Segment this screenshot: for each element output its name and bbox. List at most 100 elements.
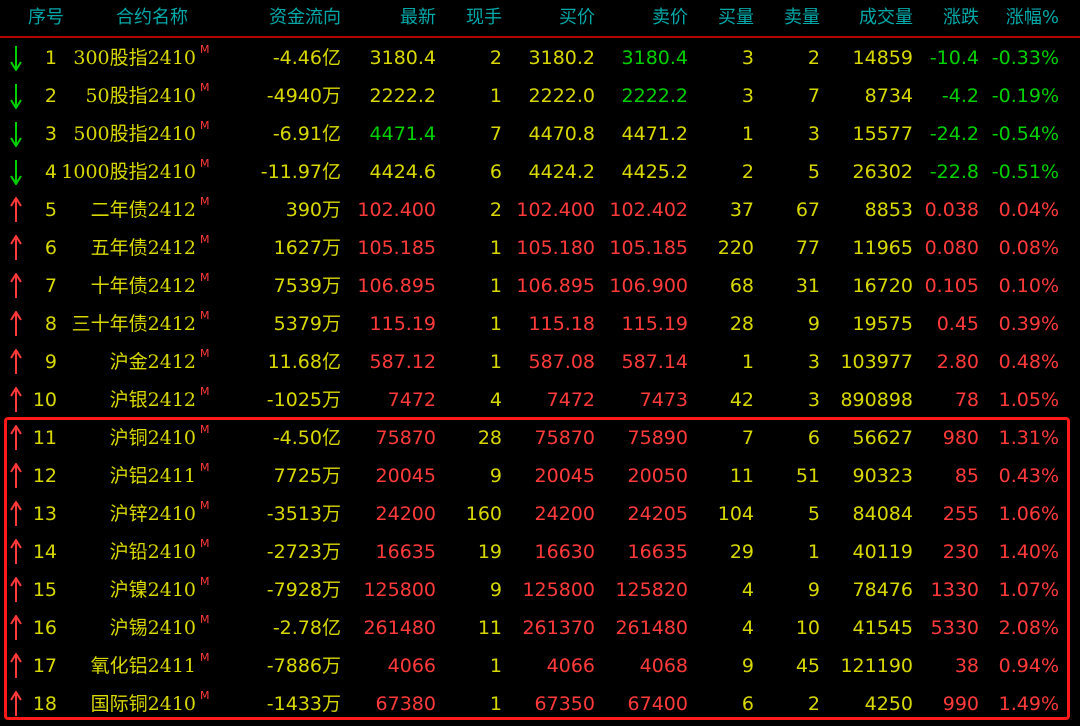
contract-marker: M: [200, 613, 210, 626]
bid-volume: 37: [729, 199, 754, 221]
header-change-pct[interactable]: 涨幅%: [979, 0, 1059, 36]
contract-name[interactable]: 五年债2412: [50, 229, 196, 267]
table-row[interactable]: 氧化铝2411 M 17 -7886万 4066 1 4066 4068 9 45 121190 38…: [0, 647, 1080, 685]
table-row[interactable]: 二年债2412 M 5 390万 102.400 2 102.400 102.402 37 67 8…: [0, 191, 1080, 229]
header-bid[interactable]: 买价: [515, 0, 595, 36]
contract-name[interactable]: 二年债2412: [50, 191, 196, 229]
table-row[interactable]: 沪镍2410 M 15 -7928万 125800 9 125800 125820 4 9 7847…: [0, 571, 1080, 609]
last-price: 3180.4: [369, 47, 436, 69]
last-price: 16635: [375, 541, 436, 563]
row-index: 15: [32, 579, 57, 601]
ask-volume: 6: [807, 427, 820, 449]
header-change[interactable]: 涨跌: [919, 0, 979, 36]
header-current-hand[interactable]: 现手: [442, 0, 502, 36]
table-row[interactable]: 500股指2410 M 3 -6.91亿 4471.4 7 4470.8 4471.2 1 3 15…: [0, 115, 1080, 153]
change: 2.80: [936, 351, 979, 373]
row-index: 13: [32, 503, 57, 525]
contract-name[interactable]: 沪锌2410: [50, 495, 196, 533]
contract-name[interactable]: 沪金2412: [50, 343, 196, 381]
change: 0.45: [936, 313, 979, 335]
fund-flow: -1025万: [266, 389, 341, 411]
contract-name[interactable]: 500股指2410: [50, 115, 196, 153]
volume: 19575: [852, 313, 913, 335]
contract-name[interactable]: 三十年债2412: [50, 305, 196, 343]
change-pct: -0.19%: [991, 85, 1059, 107]
contract-name[interactable]: 1000股指2410: [50, 153, 196, 191]
ask-volume: 7: [807, 85, 820, 107]
ask-volume: 5: [807, 161, 820, 183]
table-row[interactable]: 沪铜2410 M 11 -4.50亿 75870 28 75870 75890 7 6 56627 9…: [0, 419, 1080, 457]
bid-volume: 11: [729, 465, 754, 487]
contract-name[interactable]: 国际铜2410: [50, 685, 196, 723]
contract-marker: M: [200, 43, 210, 56]
last-price: 20045: [375, 465, 436, 487]
header-index[interactable]: 序号: [28, 0, 68, 36]
last-price: 2222.2: [369, 85, 436, 107]
table-row[interactable]: 沪铝2411 M 12 7725万 20045 9 20045 20050 11 51 90323 8…: [0, 457, 1080, 495]
header-flow[interactable]: 资金流向: [241, 0, 341, 36]
contract-name[interactable]: 300股指2410: [50, 39, 196, 77]
current-hand: 1: [489, 85, 502, 107]
contract-name[interactable]: 沪镍2410: [50, 571, 196, 609]
ask-volume: 3: [807, 351, 820, 373]
bid-volume: 1: [741, 351, 754, 373]
change-pct: -0.54%: [991, 123, 1059, 145]
change: 980: [942, 427, 979, 449]
header-name[interactable]: 合约名称: [116, 0, 206, 36]
table-row[interactable]: 沪锌2410 M 13 -3513万 24200 160 24200 24205 104 5 840…: [0, 495, 1080, 533]
bid-price: 4470.8: [528, 123, 595, 145]
change-pct: 2.08%: [998, 617, 1059, 639]
table-row[interactable]: 沪铅2410 M 14 -2723万 16635 19 16630 16635 29 1 40119…: [0, 533, 1080, 571]
change-pct: 0.39%: [998, 313, 1059, 335]
contract-name[interactable]: 十年债2412: [50, 267, 196, 305]
change-pct: -0.51%: [991, 161, 1059, 183]
header-bid-volume[interactable]: 买量: [694, 0, 754, 36]
volume: 121190: [840, 655, 913, 677]
table-row[interactable]: 沪银2412 M 10 -1025万 7472 4 7472 7473 42 3 890898 78 1…: [0, 381, 1080, 419]
contract-name[interactable]: 沪锡2410: [50, 609, 196, 647]
last-price: 105.185: [357, 237, 436, 259]
table-row[interactable]: 十年债2412 M 7 7539万 106.895 1 106.895 106.900 68 31…: [0, 267, 1080, 305]
fund-flow: -4.50亿: [272, 427, 341, 449]
ask-price: 4068: [639, 655, 688, 677]
contract-marker: M: [200, 309, 210, 322]
contract-marker: M: [200, 347, 210, 360]
ask-volume: 3: [807, 123, 820, 145]
row-index: 11: [32, 427, 57, 449]
table-row[interactable]: 五年债2412 M 6 1627万 105.185 1 105.180 105.185 220 7…: [0, 229, 1080, 267]
table-row[interactable]: 沪金2412 M 9 11.68亿 587.12 1 587.08 587.14 1 3 10397…: [0, 343, 1080, 381]
bid-volume: 4: [741, 579, 754, 601]
table-row[interactable]: 三十年债2412 M 8 5379万 115.19 1 115.18 115.19 28 9 195…: [0, 305, 1080, 343]
contract-name[interactable]: 沪铅2410: [50, 533, 196, 571]
change-pct: 0.43%: [998, 465, 1059, 487]
change-pct: 0.08%: [998, 237, 1059, 259]
header-ask-volume[interactable]: 卖量: [760, 0, 820, 36]
bid-price: 587.08: [528, 351, 595, 373]
table-row[interactable]: 300股指2410 M 1 -4.46亿 3180.4 2 3180.2 3180.4 3 2 14…: [0, 39, 1080, 77]
header-ask[interactable]: 卖价: [608, 0, 688, 36]
ask-volume: 5: [807, 503, 820, 525]
volume: 41545: [852, 617, 913, 639]
contract-name[interactable]: 沪铜2410: [50, 419, 196, 457]
current-hand: 1: [489, 693, 502, 715]
row-index: 6: [44, 237, 57, 259]
header-last[interactable]: 最新: [356, 0, 436, 36]
table-row[interactable]: 1000股指2410 M 4 -11.97亿 4424.6 6 4424.2 4425.2 2 5…: [0, 153, 1080, 191]
fund-flow: 5379万: [273, 313, 341, 335]
contract-name[interactable]: 氧化铝2411: [50, 647, 196, 685]
table-row[interactable]: 50股指2410 M 2 -4940万 2222.2 1 2222.0 2222.2 3 7 873…: [0, 77, 1080, 115]
volume: 8734: [864, 85, 913, 107]
contract-name[interactable]: 沪铝2411: [50, 457, 196, 495]
last-price: 67380: [375, 693, 436, 715]
row-index: 9: [44, 351, 57, 373]
change: -24.2: [929, 123, 979, 145]
bid-price: 75870: [534, 427, 595, 449]
current-hand: 1: [489, 351, 502, 373]
table-row[interactable]: 沪锡2410 M 16 -2.78亿 261480 11 261370 261480 4 10 41…: [0, 609, 1080, 647]
header-volume[interactable]: 成交量: [833, 0, 913, 36]
table-row[interactable]: 国际铜2410 M 18 -1433万 67380 1 67350 67400 6 2 4250 99…: [0, 685, 1080, 723]
contract-name[interactable]: 50股指2410: [50, 77, 196, 115]
row-index: 14: [32, 541, 57, 563]
contract-name[interactable]: 沪银2412: [50, 381, 196, 419]
current-hand: 160: [465, 503, 502, 525]
